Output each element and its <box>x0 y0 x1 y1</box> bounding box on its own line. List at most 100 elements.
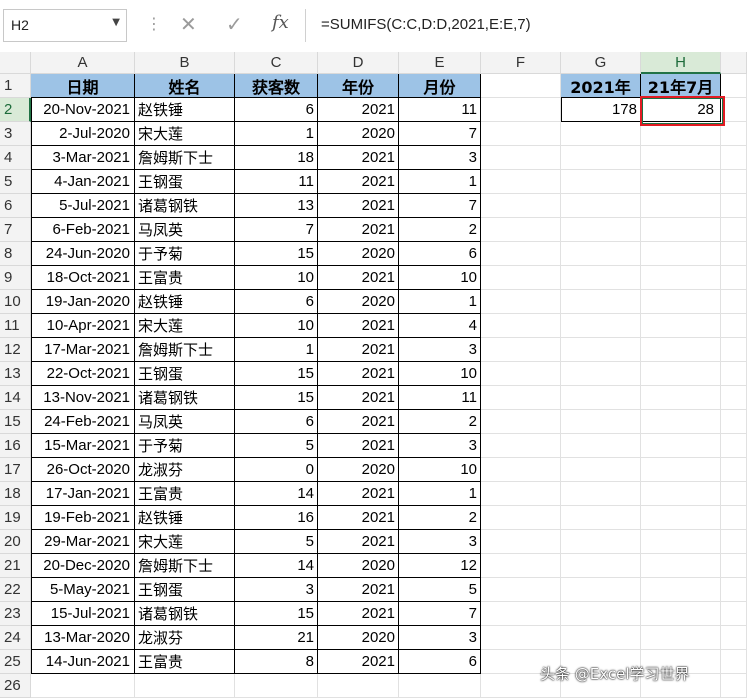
number-cell[interactable]: 3 <box>235 578 318 602</box>
cell[interactable] <box>721 74 747 98</box>
row-header-23[interactable]: 23 <box>0 602 31 626</box>
number-cell[interactable]: 2 <box>399 218 481 242</box>
number-cell[interactable]: 2020 <box>318 290 399 314</box>
row-header-22[interactable]: 22 <box>0 578 31 602</box>
date-cell[interactable]: 2-Jul-2020 <box>31 122 135 146</box>
row-header-18[interactable]: 18 <box>0 482 31 506</box>
row-header-17[interactable]: 17 <box>0 458 31 482</box>
cell[interactable] <box>561 626 641 650</box>
number-cell[interactable]: 2021 <box>318 266 399 290</box>
cell[interactable] <box>481 170 561 194</box>
cell[interactable] <box>561 386 641 410</box>
date-cell[interactable]: 10-Apr-2021 <box>31 314 135 338</box>
number-cell[interactable]: 10 <box>399 458 481 482</box>
number-cell[interactable]: 1 <box>399 290 481 314</box>
date-cell[interactable]: 6-Feb-2021 <box>31 218 135 242</box>
cell[interactable] <box>641 530 721 554</box>
cell[interactable] <box>235 674 318 698</box>
date-cell[interactable]: 18-Oct-2021 <box>31 266 135 290</box>
row-header-19[interactable]: 19 <box>0 506 31 530</box>
number-cell[interactable]: 2021 <box>318 146 399 170</box>
number-cell[interactable]: 1 <box>399 482 481 506</box>
cell[interactable] <box>721 146 747 170</box>
number-cell[interactable]: 5 <box>235 530 318 554</box>
cell[interactable] <box>561 362 641 386</box>
cell[interactable] <box>481 626 561 650</box>
row-header-16[interactable]: 16 <box>0 434 31 458</box>
chevron-down-icon[interactable]: ▼ <box>112 17 120 28</box>
cell[interactable] <box>481 74 561 98</box>
cell[interactable] <box>481 266 561 290</box>
cell[interactable] <box>561 290 641 314</box>
cell[interactable] <box>721 530 747 554</box>
column-header-g[interactable]: G <box>561 52 641 74</box>
cell[interactable] <box>561 506 641 530</box>
cell[interactable] <box>561 170 641 194</box>
number-cell[interactable]: 7 <box>399 194 481 218</box>
row-header-7[interactable]: 7 <box>0 218 31 242</box>
row-header-11[interactable]: 11 <box>0 314 31 338</box>
number-cell[interactable]: 7 <box>235 218 318 242</box>
row-header-4[interactable]: 4 <box>0 146 31 170</box>
cell[interactable] <box>721 554 747 578</box>
date-cell[interactable]: 13-Nov-2021 <box>31 386 135 410</box>
table-header-cell[interactable]: 姓名 <box>135 74 235 98</box>
number-cell[interactable]: 18 <box>235 146 318 170</box>
cell[interactable] <box>481 194 561 218</box>
number-cell[interactable]: 11 <box>235 170 318 194</box>
row-header-9[interactable]: 9 <box>0 266 31 290</box>
cell[interactable] <box>641 266 721 290</box>
number-cell[interactable]: 6 <box>235 410 318 434</box>
cell[interactable] <box>561 554 641 578</box>
formula-input[interactable]: =SUMIFS(C:C,D:D,2021,E:E,7) <box>321 16 531 33</box>
name-cell[interactable]: 于予菊 <box>135 434 235 458</box>
cell[interactable] <box>318 674 399 698</box>
date-cell[interactable]: 15-Mar-2021 <box>31 434 135 458</box>
cell[interactable] <box>481 242 561 266</box>
row-header-2[interactable]: 2 <box>0 98 31 122</box>
name-cell[interactable]: 詹姆斯下士 <box>135 554 235 578</box>
cell[interactable] <box>561 314 641 338</box>
cell[interactable] <box>561 410 641 434</box>
number-cell[interactable]: 2021 <box>318 482 399 506</box>
number-cell[interactable]: 3 <box>399 146 481 170</box>
cell[interactable] <box>481 410 561 434</box>
number-cell[interactable]: 11 <box>399 98 481 122</box>
number-cell[interactable]: 2021 <box>318 506 399 530</box>
name-cell[interactable]: 詹姆斯下士 <box>135 146 235 170</box>
column-header-f[interactable]: F <box>481 52 561 74</box>
date-cell[interactable]: 24-Jun-2020 <box>31 242 135 266</box>
name-cell[interactable]: 宋大莲 <box>135 530 235 554</box>
cell[interactable] <box>561 602 641 626</box>
number-cell[interactable]: 6 <box>235 290 318 314</box>
name-cell[interactable]: 赵铁锤 <box>135 506 235 530</box>
cell[interactable] <box>721 314 747 338</box>
cell[interactable] <box>641 314 721 338</box>
number-cell[interactable]: 10 <box>235 266 318 290</box>
number-cell[interactable]: 3 <box>399 434 481 458</box>
cell[interactable] <box>721 410 747 434</box>
cell[interactable] <box>721 242 747 266</box>
number-cell[interactable]: 5 <box>399 578 481 602</box>
number-cell[interactable]: 2021 <box>318 650 399 674</box>
row-header-25[interactable]: 25 <box>0 650 31 674</box>
cell[interactable] <box>641 362 721 386</box>
name-cell[interactable]: 赵铁锤 <box>135 98 235 122</box>
cell[interactable] <box>721 290 747 314</box>
date-cell[interactable]: 24-Feb-2021 <box>31 410 135 434</box>
cell[interactable] <box>561 482 641 506</box>
number-cell[interactable]: 2 <box>399 506 481 530</box>
row-header-12[interactable]: 12 <box>0 338 31 362</box>
name-cell[interactable]: 王富贵 <box>135 650 235 674</box>
row-header-1[interactable]: 1 <box>0 74 31 98</box>
number-cell[interactable]: 6 <box>235 98 318 122</box>
cell[interactable] <box>721 602 747 626</box>
date-cell[interactable]: 17-Mar-2021 <box>31 338 135 362</box>
cell[interactable] <box>561 146 641 170</box>
number-cell[interactable]: 6 <box>399 242 481 266</box>
number-cell[interactable]: 0 <box>235 458 318 482</box>
cell[interactable] <box>721 338 747 362</box>
number-cell[interactable]: 2021 <box>318 578 399 602</box>
summary-header-cell[interactable]: 21年7月 <box>641 74 721 98</box>
cell[interactable] <box>721 386 747 410</box>
